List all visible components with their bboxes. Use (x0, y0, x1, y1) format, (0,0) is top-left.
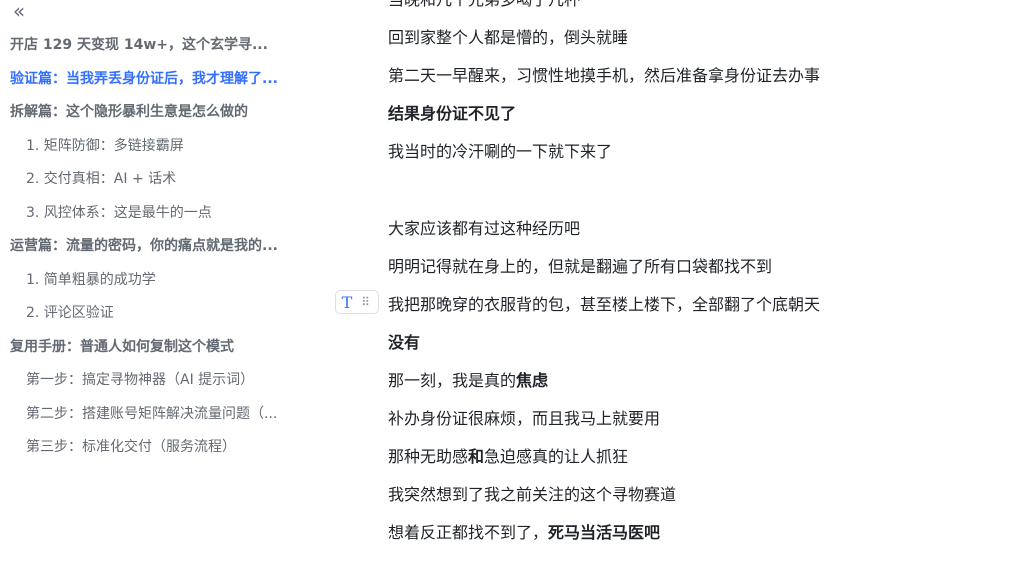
toc-item[interactable]: 3. 风控体系：这是最牛的一点 (0, 202, 295, 236)
text-run: 我突然想到了我之前关注的这个寻物赛道 (388, 485, 677, 505)
bold-text: 死马当活马医吧 (548, 523, 661, 543)
table-of-contents: 开店 129 天变现 14w+，这个玄学寻... 验证篇：当我弄丢身份证后，我才理… (0, 34, 330, 470)
text-run: 急迫感真的让人抓狂 (484, 447, 629, 467)
bold-text: 焦虑 (516, 370, 549, 390)
text-run: 补办身份证很麻烦，而且我马上就要用 (388, 409, 661, 429)
paragraph[interactable]: 我把那晚穿的衣服背的包，甚至楼上楼下，全部翻了个底朝天 (388, 293, 988, 331)
bold-text: 和 (468, 447, 485, 467)
block-handle[interactable]: T ⠿ (335, 290, 379, 314)
paragraph[interactable]: 回到家整个人都是懵的，倒头就睡 (388, 26, 988, 64)
paragraph[interactable]: 没有 (388, 331, 988, 369)
paragraph[interactable]: 大家应该都有过这种经历吧 (388, 217, 988, 255)
toc-item[interactable]: 验证篇：当我弄丢身份证后，我才理解了... (0, 68, 310, 102)
bold-text: 没有 (388, 332, 421, 352)
paragraph[interactable]: 明明记得就在身上的，但就是翻遍了所有口袋都找不到 (388, 255, 988, 293)
bold-text: 结果身份证不见了 (388, 104, 517, 124)
text-run: 当晚和几个兄弟多喝了几杯 (388, 0, 580, 9)
text-run: 明明记得就在身上的，但就是翻遍了所有口袋都找不到 (388, 256, 773, 276)
paragraph[interactable]: 想着反正都找不到了，死马当活马医吧 (388, 521, 988, 559)
paragraph[interactable]: 当晚和几个兄弟多喝了几杯 (388, 0, 988, 26)
toc-item[interactable]: 1. 简单粗暴的成功学 (0, 269, 295, 303)
toc-item[interactable]: 开店 129 天变现 14w+，这个玄学寻... (0, 34, 310, 68)
toc-item[interactable]: 第二步：搭建账号矩阵解决流量问题（... (0, 403, 295, 437)
paragraph[interactable]: 我突然想到了我之前关注的这个寻物赛道 (388, 483, 988, 521)
toc-item[interactable]: 运营篇：流量的密码，你的痛点就是我的... (0, 235, 310, 269)
toc-item[interactable]: 第一步：搞定寻物神器（AI 提示词） (0, 369, 295, 403)
toc-item[interactable]: 复用手册：普通人如何复制这个模式 (0, 336, 310, 370)
text-run: 我把那晚穿的衣服背的包，甚至楼上楼下，全部翻了个底朝天 (388, 294, 821, 314)
empty-paragraph[interactable] (388, 178, 988, 216)
toc-item[interactable]: 第三步：标准化交付（服务流程） (0, 436, 295, 470)
drag-handle-icon[interactable]: ⠿ (358, 295, 372, 309)
text-run: 想着反正都找不到了， (388, 523, 549, 543)
toc-item[interactable]: 2. 评论区验证 (0, 302, 295, 336)
paragraph[interactable]: 那一刻，我是真的焦虑 (388, 369, 988, 407)
text-run: 回到家整个人都是懵的，倒头就睡 (388, 28, 629, 48)
toc-item[interactable]: 1. 矩阵防御：多链接霸屏 (0, 135, 295, 169)
paragraph[interactable]: 我当时的冷汗唰的一下就下来了 (388, 140, 988, 178)
text-run: 那种无助感 (388, 447, 469, 467)
document-body: 当晚和几个兄弟多喝了几杯回到家整个人都是懵的，倒头就睡第二天一早醒来，习惯性地摸… (388, 0, 988, 559)
collapse-sidebar-icon[interactable]: « (8, 0, 30, 22)
paragraph[interactable]: 第二天一早醒来，习惯性地摸手机，然后准备拿身份证去办事 (388, 64, 988, 102)
text-run: 我当时的冷汗唰的一下就下来了 (388, 142, 613, 162)
text-run: 那一刻，我是真的 (388, 370, 517, 390)
paragraph[interactable]: 补办身份证很麻烦，而且我马上就要用 (388, 407, 988, 445)
text-type-icon[interactable]: T (336, 293, 358, 312)
text-run: 第二天一早醒来，习惯性地摸手机，然后准备拿身份证去办事 (388, 66, 821, 86)
toc-item[interactable]: 2. 交付真相：AI + 话术 (0, 168, 295, 202)
toc-item[interactable]: 拆解篇：这个隐形暴利生意是怎么做的 (0, 101, 310, 135)
paragraph[interactable]: 那种无助感和急迫感真的让人抓狂 (388, 445, 988, 483)
text-run: 大家应该都有过这种经历吧 (388, 218, 581, 238)
paragraph[interactable]: 结果身份证不见了 (388, 102, 988, 140)
